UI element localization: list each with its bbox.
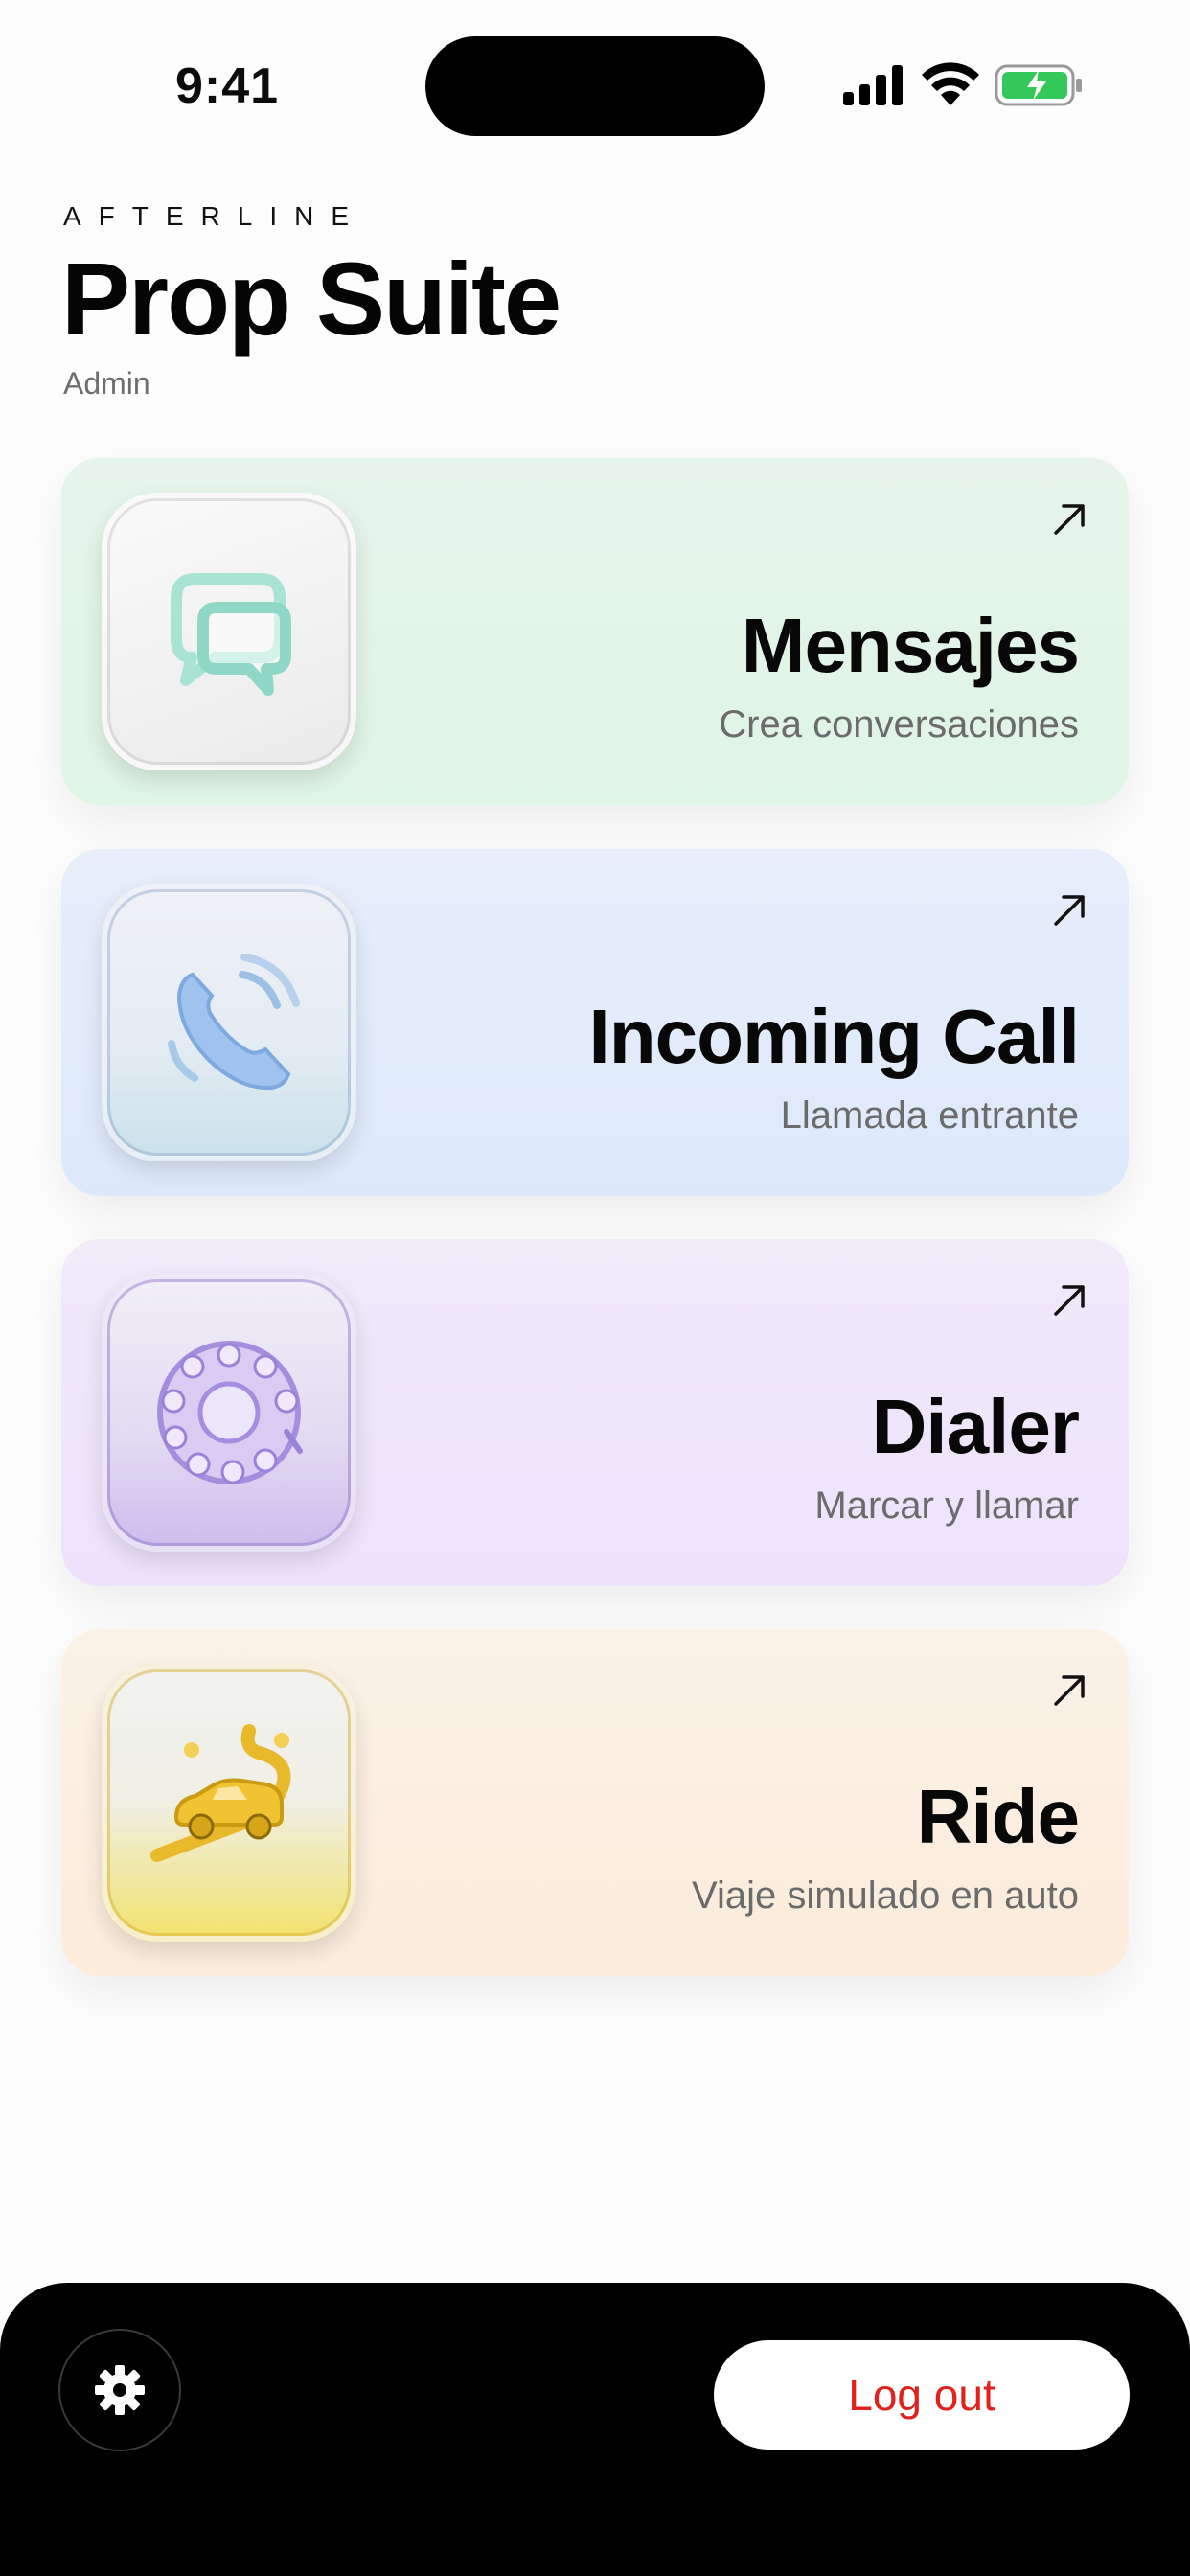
wifi-icon xyxy=(922,62,979,105)
card-subtitle: Crea conversaciones xyxy=(719,703,1079,746)
card-title: Dialer xyxy=(871,1384,1080,1469)
user-role-label: Admin xyxy=(63,366,150,401)
cellular-signal-icon xyxy=(843,65,903,105)
card-mensajes[interactable]: Mensajes Crea conversaciones xyxy=(61,458,1129,805)
dynamic-island xyxy=(425,36,765,136)
status-time: 9:41 xyxy=(175,58,280,114)
gear-icon xyxy=(95,2365,145,2415)
card-ride[interactable]: Ride Viaje simulado en auto xyxy=(61,1629,1129,1976)
arrow-up-right-icon xyxy=(1054,895,1085,926)
phone-ringing-icon xyxy=(102,884,356,1162)
chat-bubbles-icon xyxy=(102,493,356,770)
rotary-dial-icon xyxy=(102,1274,356,1552)
settings-button[interactable] xyxy=(58,2329,181,2451)
car-route-icon xyxy=(102,1664,356,1942)
page-title: Prop Suite xyxy=(61,241,561,356)
card-subtitle: Marcar y llamar xyxy=(814,1484,1079,1527)
card-title: Ride xyxy=(916,1774,1080,1859)
card-title: Mensajes xyxy=(741,603,1080,688)
card-title: Incoming Call xyxy=(588,994,1080,1079)
card-dialer[interactable]: Dialer Marcar y llamar xyxy=(61,1239,1129,1586)
logout-button[interactable]: Log out xyxy=(714,2340,1130,2450)
arrow-up-right-icon xyxy=(1054,1675,1085,1706)
card-subtitle: Viaje simulado en auto xyxy=(692,1874,1079,1917)
card-subtitle: Llamada entrante xyxy=(780,1094,1079,1137)
battery-charging-icon xyxy=(995,64,1082,106)
arrow-up-right-icon xyxy=(1054,504,1085,535)
brand-wordmark: AFTERLINE xyxy=(63,201,367,231)
bottom-bar: Log out xyxy=(0,2283,1190,2576)
status-bar: 9:41 xyxy=(0,0,1190,144)
arrow-up-right-icon xyxy=(1054,1285,1085,1316)
card-incoming-call[interactable]: Incoming Call Llamada entrante xyxy=(61,849,1129,1196)
